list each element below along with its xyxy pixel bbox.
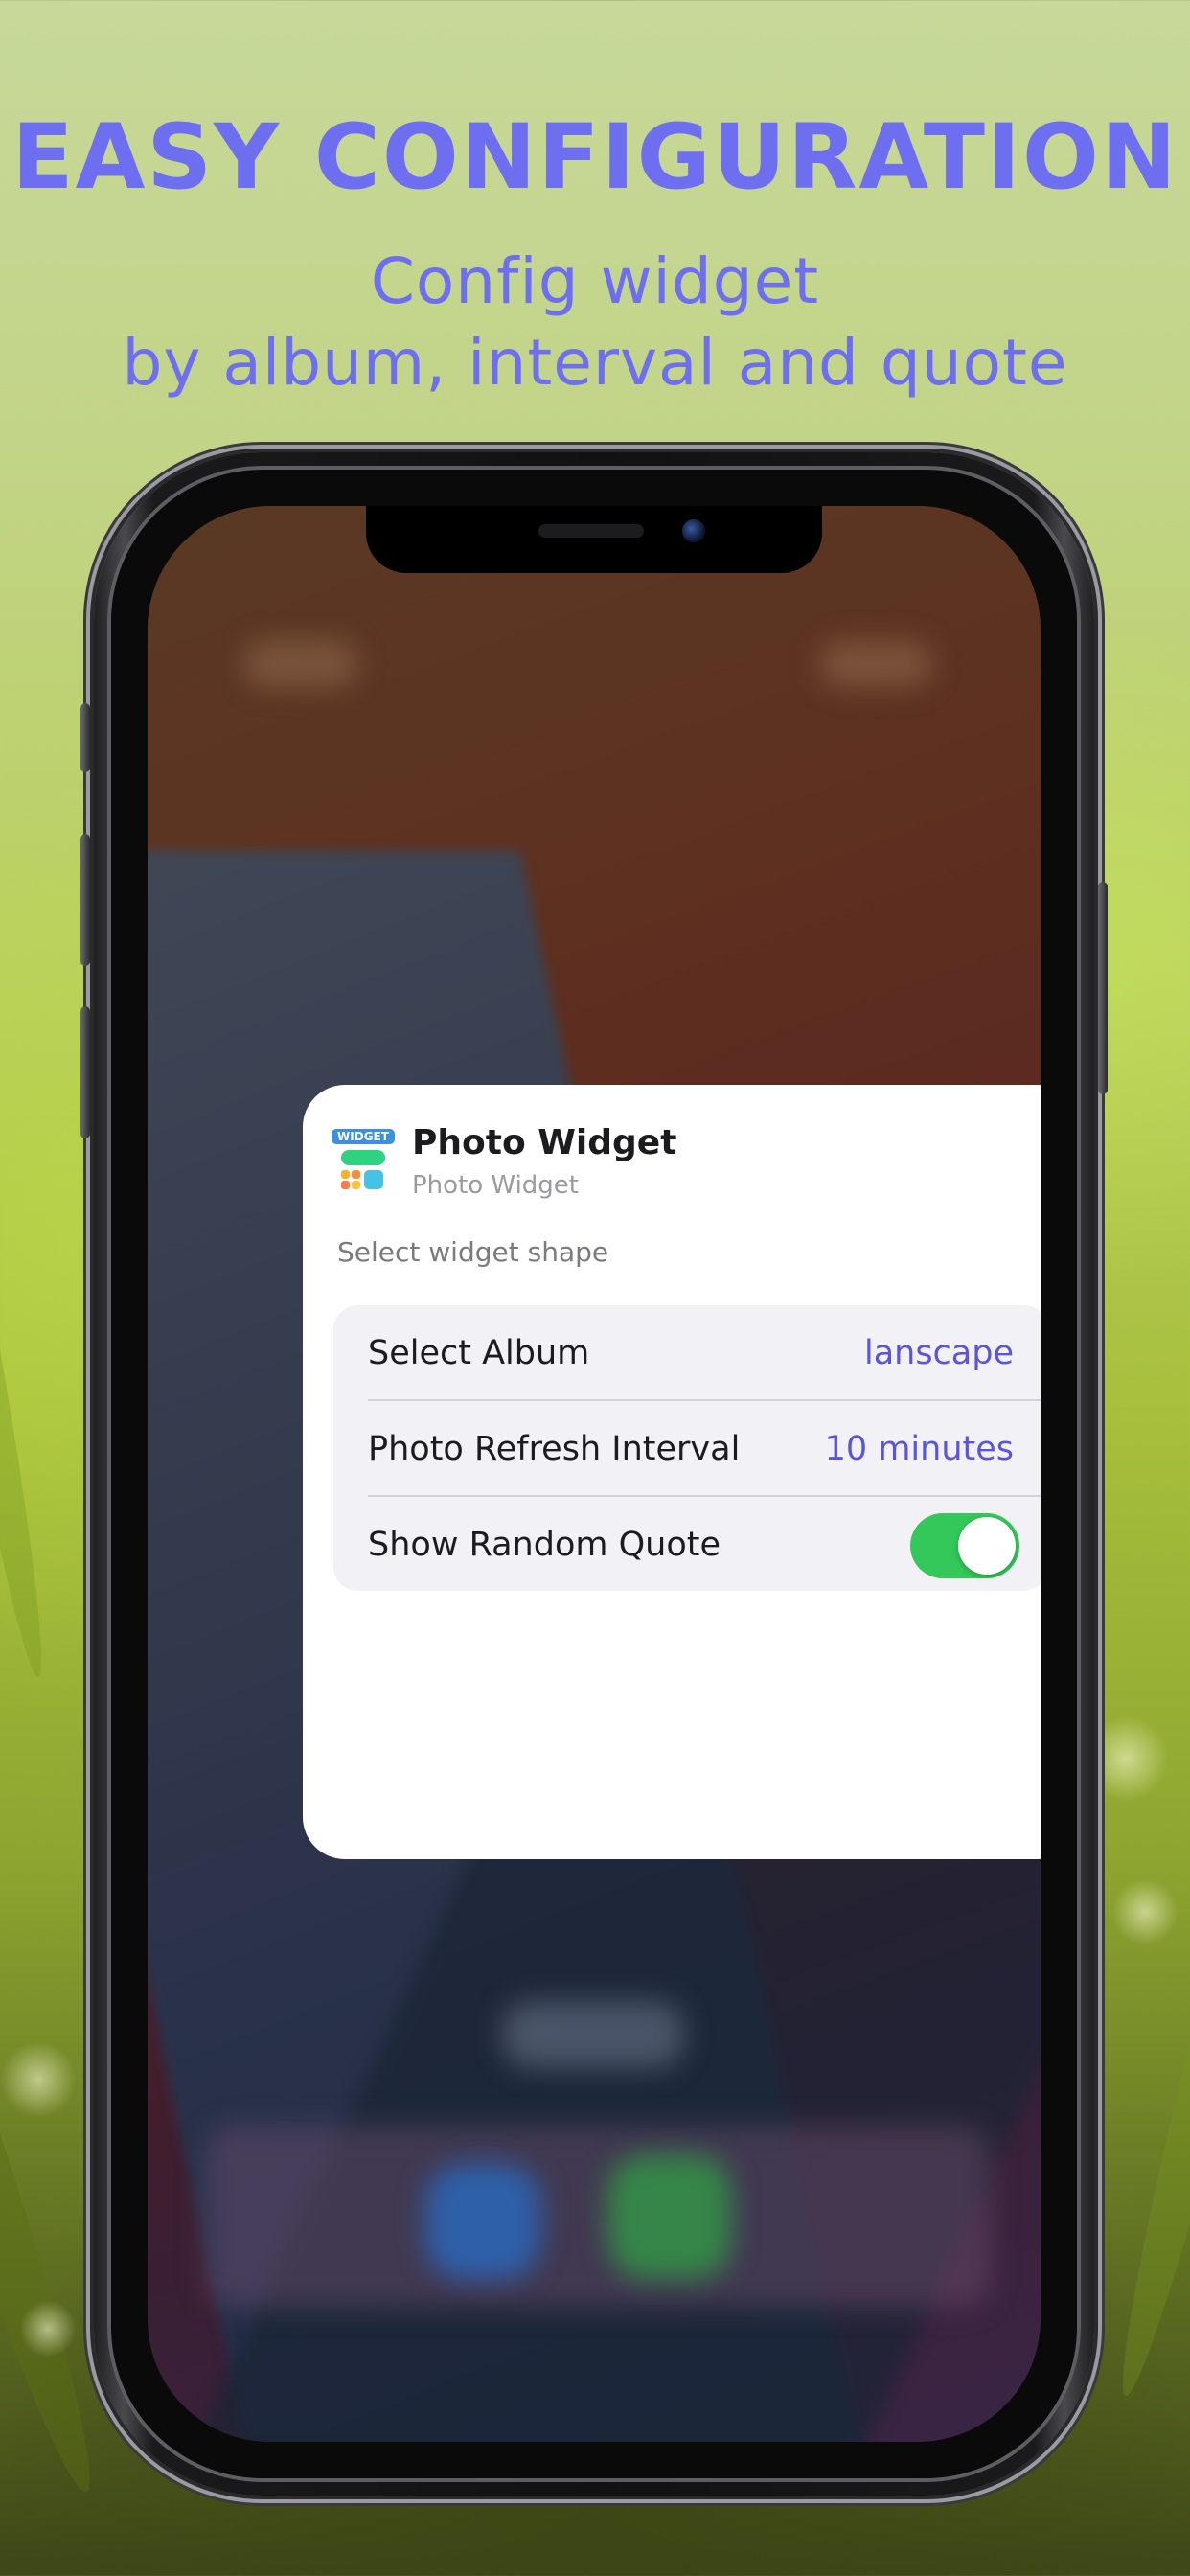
section-hint: Select widget shape	[337, 1236, 609, 1268]
app-subtitle: Photo Widget	[412, 1171, 579, 1200]
phone-notch	[366, 506, 822, 573]
widget-config-card: WIDGET Photo Widget Photo Widget Select …	[303, 1085, 1041, 1859]
phone-screen: WIDGET Photo Widget Photo Widget Select …	[148, 506, 1041, 2442]
blurred-status-left	[243, 640, 358, 688]
app-icon-dot	[341, 1181, 350, 1189]
blurred-status-right	[818, 640, 933, 688]
select-album-row[interactable]: Select Album lanscape	[333, 1305, 1041, 1400]
app-title: Photo Widget	[412, 1123, 677, 1162]
select-album-value[interactable]: lanscape	[864, 1334, 1014, 1372]
blurred-page-indicator	[502, 2001, 684, 2068]
blurred-dock	[205, 2126, 991, 2308]
refresh-interval-label: Photo Refresh Interval	[368, 1430, 741, 1468]
app-icon-dot	[352, 1170, 360, 1179]
bokeh-decor	[1083, 1715, 1169, 1802]
settings-group: Select Album lanscape Photo Refresh Inte…	[333, 1305, 1041, 1591]
front-camera	[682, 519, 705, 542]
refresh-interval-value[interactable]: 10 minutes	[825, 1430, 1014, 1468]
headline: EASY CONFIGURATION	[11, 105, 1179, 210]
blurred-dock-app-icon	[607, 2154, 732, 2279]
app-icon-square	[364, 1170, 383, 1189]
random-quote-label: Show Random Quote	[368, 1526, 721, 1564]
photo-widget-app-icon: WIDGET	[332, 1129, 395, 1192]
app-icon-tag: WIDGET	[332, 1129, 395, 1144]
random-quote-toggle[interactable]	[910, 1513, 1019, 1578]
bokeh-decor	[0, 2041, 77, 2118]
select-album-label: Select Album	[368, 1334, 590, 1372]
power-button	[1098, 882, 1108, 1094]
random-quote-row: Show Random Quote	[333, 1497, 1041, 1591]
phone-frame: WIDGET Photo Widget Photo Widget Select …	[80, 452, 1108, 2496]
volume-up-button	[80, 834, 90, 966]
bokeh-decor	[19, 2300, 77, 2358]
refresh-interval-row[interactable]: Photo Refresh Interval 10 minutes	[333, 1401, 1041, 1496]
app-icon-bar	[341, 1150, 385, 1165]
toggle-knob	[958, 1517, 1016, 1575]
app-icon-dot	[341, 1170, 350, 1179]
blurred-dock-app-icon	[425, 2164, 540, 2279]
earpiece-speaker	[538, 524, 644, 538]
subheadline-line1: Config widget	[370, 244, 820, 318]
app-icon-dot	[352, 1181, 360, 1189]
subheadline-line2: by album, interval and quote	[122, 326, 1068, 400]
grass-blade-decor	[0, 1013, 57, 1681]
bokeh-decor	[1111, 1878, 1179, 1945]
silent-switch	[80, 703, 90, 772]
volume-down-button	[80, 1006, 90, 1138]
